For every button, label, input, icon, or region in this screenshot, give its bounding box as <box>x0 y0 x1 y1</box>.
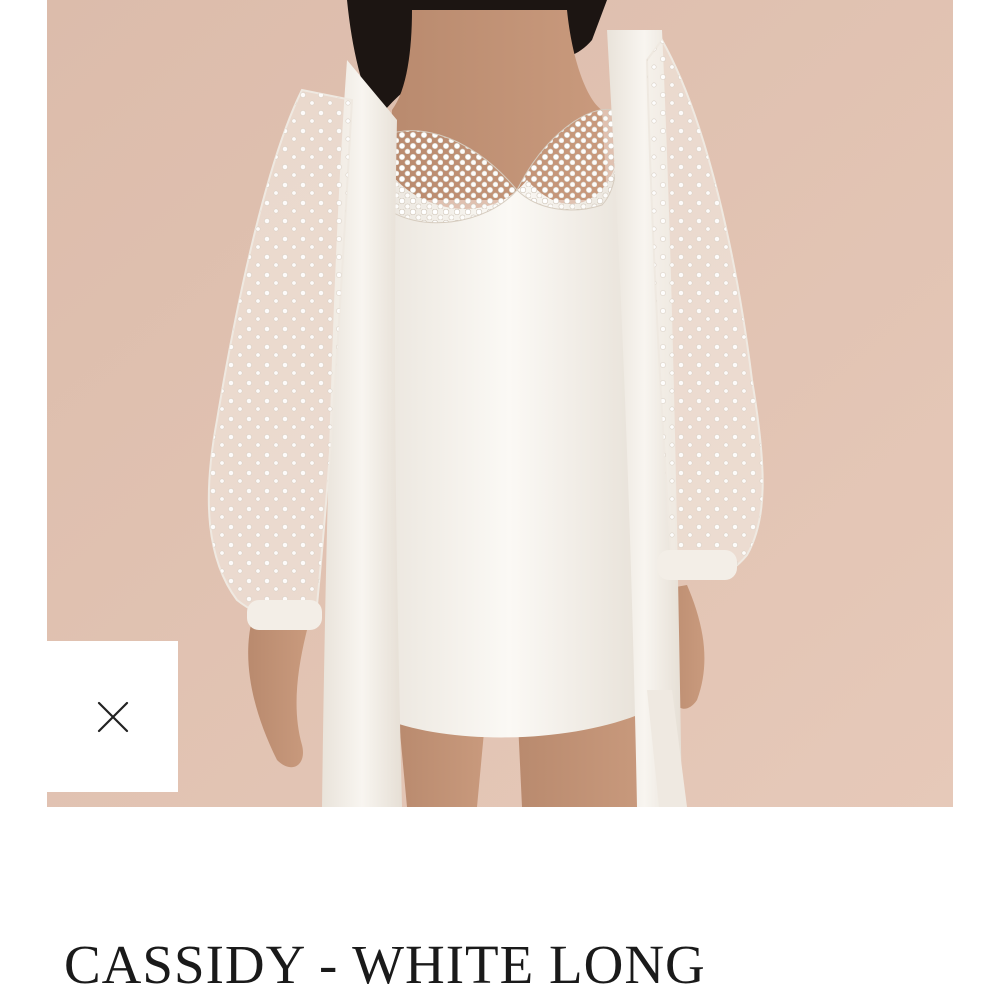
product-page: CASSIDY - WHITE LONG <box>0 0 1000 1000</box>
close-button[interactable] <box>47 641 178 792</box>
product-photo-illustration <box>47 0 953 807</box>
product-image[interactable] <box>47 0 953 807</box>
close-icon <box>97 701 128 732</box>
product-title: CASSIDY - WHITE LONG <box>64 934 706 995</box>
